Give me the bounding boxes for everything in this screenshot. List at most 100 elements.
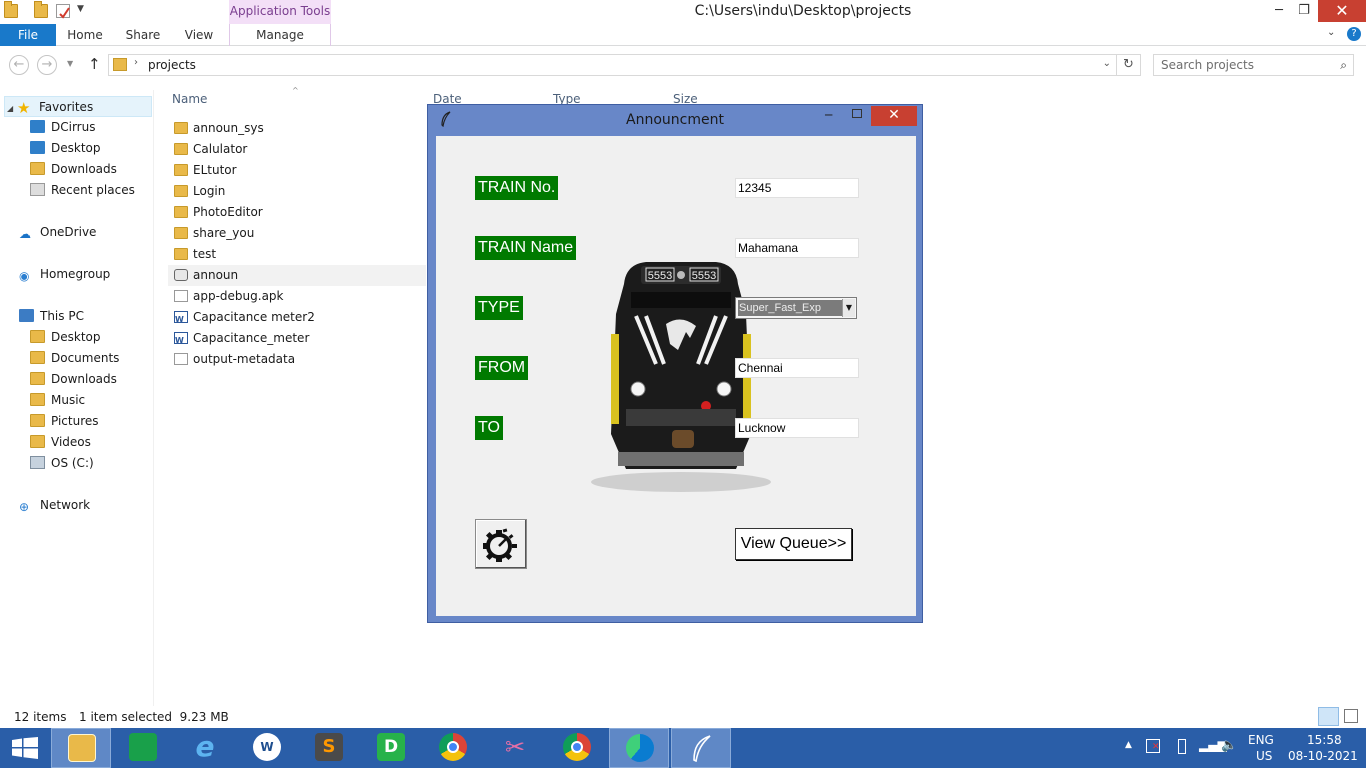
address-bar[interactable]: › projects ⌄ ↻ xyxy=(108,54,1141,76)
restore-button[interactable]: ❐ xyxy=(1290,0,1318,22)
input-region[interactable]: US xyxy=(1256,749,1272,763)
forward-button[interactable]: → xyxy=(37,55,57,75)
large-icons-view-icon[interactable] xyxy=(1344,709,1358,723)
nav-pc-desktop[interactable]: Desktop xyxy=(30,327,101,348)
input-language[interactable]: ENG xyxy=(1248,733,1274,747)
close-button[interactable]: ✕ xyxy=(1318,0,1366,22)
dialog-title: Announcment xyxy=(626,112,724,128)
clock-time[interactable]: 15:58 xyxy=(1307,733,1342,747)
computer-icon xyxy=(19,309,34,322)
tab-share[interactable]: Share xyxy=(118,24,168,46)
file-row[interactable]: PhotoEditor xyxy=(168,202,426,223)
taskbar-python-tk[interactable] xyxy=(671,728,731,768)
clock-date[interactable]: 08-10-2021 xyxy=(1288,749,1358,763)
tab-manage[interactable]: Manage xyxy=(229,24,331,46)
file-row[interactable]: ELtutor xyxy=(168,160,426,181)
nav-documents[interactable]: Documents xyxy=(30,348,119,369)
file-row[interactable]: Calulator xyxy=(168,139,426,160)
json-file-icon xyxy=(174,353,188,365)
word-doc-icon xyxy=(174,309,188,330)
folder-icon xyxy=(174,122,188,134)
action-center-icon[interactable]: ✕ xyxy=(1146,739,1160,753)
taskbar-app-d[interactable]: D xyxy=(361,728,421,768)
nav-pictures[interactable]: Pictures xyxy=(30,411,99,432)
taskbar-app-w[interactable]: W xyxy=(237,728,297,768)
collapse-icon[interactable]: ◢ xyxy=(7,104,13,113)
volume-icon[interactable]: 🔈 xyxy=(1221,738,1237,753)
nav-label: Documents xyxy=(51,351,120,365)
view-queue-button[interactable]: View Queue>> xyxy=(735,528,852,560)
item-count: 12 items xyxy=(14,710,67,724)
help-icon[interactable]: ? xyxy=(1347,27,1361,41)
up-button[interactable]: ↑ xyxy=(88,55,101,73)
tab-home[interactable]: Home xyxy=(60,24,110,46)
dropdown-arrow-icon[interactable]: ▼ xyxy=(842,299,855,317)
show-hidden-icons[interactable]: ▲ xyxy=(1125,740,1132,750)
file-row[interactable]: announ xyxy=(168,265,426,286)
search-input[interactable]: Search projects ⌕ xyxy=(1153,54,1354,76)
windows-icon xyxy=(12,737,38,759)
address-dropdown-icon[interactable]: ⌄ xyxy=(1103,58,1111,69)
minimize-button[interactable]: ─ xyxy=(1265,0,1293,22)
taskbar-internet-explorer[interactable]: e xyxy=(175,728,235,768)
nav-downloads[interactable]: Downloads xyxy=(30,159,117,180)
back-button[interactable]: ← xyxy=(9,55,29,75)
search-icon[interactable]: ⌕ xyxy=(1340,55,1347,75)
settings-button[interactable] xyxy=(475,519,527,569)
from-field[interactable]: Chennai xyxy=(735,358,859,378)
file-row[interactable]: announ_sys xyxy=(168,118,426,139)
dialog-titlebar: Announcment ─ ✕ xyxy=(428,105,922,135)
file-name: PhotoEditor xyxy=(193,205,263,219)
file-row[interactable]: test xyxy=(168,244,426,265)
taskbar-chrome-profile[interactable] xyxy=(547,728,607,768)
nav-os-drive[interactable]: OS (C:) xyxy=(30,453,94,474)
file-row[interactable]: Capacitance_meter xyxy=(168,328,426,351)
nav-this-pc[interactable]: This PC xyxy=(19,306,84,327)
nav-desktop[interactable]: Desktop xyxy=(30,138,101,159)
dialog-close-button[interactable]: ✕ xyxy=(871,106,917,126)
to-field[interactable]: Lucknow xyxy=(735,418,859,438)
nav-pc-downloads[interactable]: Downloads xyxy=(30,369,117,390)
nav-videos[interactable]: Videos xyxy=(30,432,91,453)
start-button[interactable] xyxy=(0,728,50,768)
tab-file[interactable]: File xyxy=(0,24,56,46)
refresh-icon[interactable]: ↻ xyxy=(1116,54,1140,76)
breadcrumb-chevron-icon[interactable]: › xyxy=(134,57,138,68)
nav-network[interactable]: ⊕ Network xyxy=(19,495,90,516)
dialog-maximize-button[interactable] xyxy=(852,109,862,118)
file-name: announ xyxy=(193,268,239,282)
taskbar-chrome[interactable] xyxy=(423,728,483,768)
taskbar-sublime-text[interactable]: S xyxy=(299,728,359,768)
expand-ribbon-icon[interactable]: ⌄ xyxy=(1327,27,1335,38)
nav-label: OS (C:) xyxy=(51,456,94,470)
file-row[interactable]: Login xyxy=(168,181,426,202)
snipping-tool-icon: ✂ xyxy=(504,733,526,761)
train-no-field[interactable]: 12345 xyxy=(735,178,859,198)
column-header-name[interactable]: Name xyxy=(172,92,207,106)
taskbar-edge[interactable] xyxy=(609,728,669,768)
dialog-minimize-button[interactable]: ─ xyxy=(825,108,832,122)
taskbar-file-explorer[interactable] xyxy=(51,728,111,768)
downloads-icon xyxy=(30,162,45,175)
file-row[interactable]: share_you xyxy=(168,223,426,244)
nav-dcirrus[interactable]: DCirrus xyxy=(30,117,95,138)
details-view-icon[interactable] xyxy=(1318,707,1339,726)
file-row[interactable]: output-metadata xyxy=(168,349,426,370)
nav-favorites[interactable]: ◢ ★ Favorites xyxy=(4,96,152,117)
file-row[interactable]: app-debug.apk xyxy=(168,286,426,307)
nav-music[interactable]: Music xyxy=(30,390,85,411)
recent-locations-icon[interactable]: ▼ xyxy=(67,59,73,68)
battery-icon[interactable] xyxy=(1178,739,1186,754)
onedrive-icon: ☁ xyxy=(19,227,31,241)
nav-onedrive[interactable]: ☁ OneDrive xyxy=(19,222,96,243)
app-d-icon: D xyxy=(377,733,405,761)
breadcrumb[interactable]: projects xyxy=(148,58,196,72)
train-name-field[interactable]: Mahamana xyxy=(735,238,859,258)
taskbar-store[interactable] xyxy=(113,728,173,768)
nav-recent-places[interactable]: Recent places xyxy=(30,180,135,201)
nav-homegroup[interactable]: ◉ Homegroup xyxy=(19,264,110,285)
tab-view[interactable]: View xyxy=(176,24,222,46)
file-row[interactable]: Capacitance meter2 xyxy=(168,307,426,330)
type-dropdown[interactable]: Super_Fast_Exp ▼ xyxy=(735,297,857,319)
taskbar-snipping-tool[interactable]: ✂ xyxy=(485,728,545,768)
